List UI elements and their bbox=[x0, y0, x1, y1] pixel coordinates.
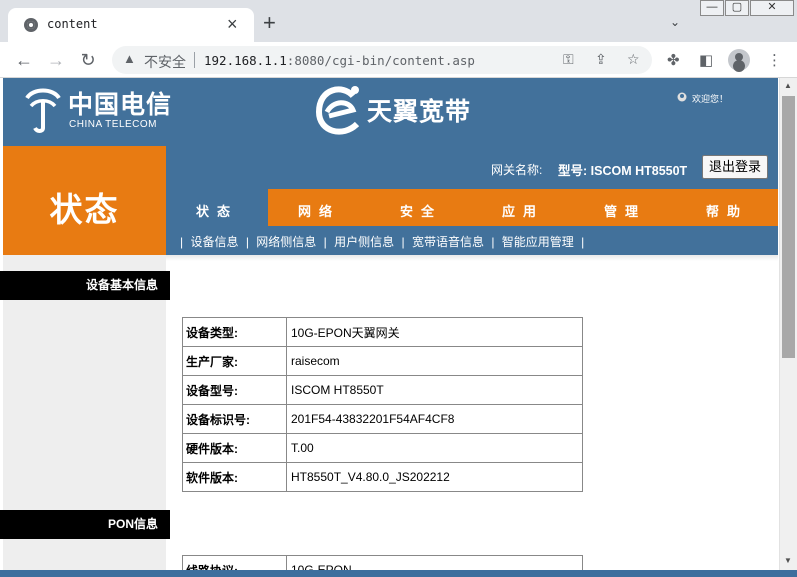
menu-item-network[interactable]: 网络 bbox=[268, 189, 370, 226]
table-row: 硬件版本: T.00 bbox=[182, 433, 583, 463]
minimize-icon[interactable]: — bbox=[700, 0, 724, 16]
divider: | bbox=[491, 235, 495, 249]
gateway-bar: 网关名称: 型号: ISCOM HT8550T 退出登录 bbox=[166, 146, 778, 189]
back-icon[interactable]: ← bbox=[12, 48, 36, 72]
table-row: 设备类型: 10G-EPON天翼网关 bbox=[182, 317, 583, 347]
main-menu: 状态 网络 安全 应用 管理 帮助 bbox=[166, 189, 778, 226]
window-close-icon[interactable]: ✕ bbox=[750, 0, 794, 16]
menu-item-apps[interactable]: 应用 bbox=[472, 189, 574, 226]
content-shadow bbox=[166, 255, 778, 261]
browser-tab[interactable]: content × bbox=[8, 8, 254, 42]
warning-icon[interactable]: ▲ bbox=[123, 51, 136, 66]
vertical-scrollbar[interactable]: ▲ ▼ bbox=[779, 78, 797, 570]
table-row: 软件版本: HT8550T_V4.80.0_JS202212 bbox=[182, 462, 583, 492]
section-label-device-basic: 设备基本信息 bbox=[0, 271, 170, 300]
pon-info-table: 线路协议:10G-EPON bbox=[182, 555, 583, 570]
reload-icon[interactable]: ↻ bbox=[76, 48, 100, 72]
window-frame bbox=[0, 570, 797, 577]
brand-name: 天翼宽带 bbox=[367, 97, 472, 126]
gateway-model: 型号: ISCOM HT8550T bbox=[558, 164, 688, 178]
divider: | bbox=[581, 235, 585, 249]
address-bar[interactable]: ▲ 不安全 192.168.1.1:8080/cgi-bin/content.a… bbox=[112, 46, 652, 74]
tab-strip: content × + ⌄ — ▢ ✕ bbox=[0, 0, 797, 42]
china-telecom-logo-icon bbox=[25, 88, 61, 133]
share-icon[interactable]: ⇪ bbox=[595, 51, 607, 68]
close-tab-icon[interactable]: × bbox=[227, 14, 238, 34]
device-info-table: 设备类型: 10G-EPON天翼网关 生产厂家: raisecom 设备型号: ISC… bbox=[182, 317, 583, 492]
welcome-text: 欢迎您！ bbox=[692, 94, 729, 104]
sub-menu: | 设备信息 | 网络侧信息 | 用户侧信息 | 宽带语音信息 | 智能应用管理… bbox=[166, 226, 778, 255]
submenu-item-device-info[interactable]: 设备信息 bbox=[190, 235, 238, 249]
page-header: 中国电信 CHINA TELECOM 天翼宽带 欢迎您！ bbox=[3, 78, 778, 146]
menu-item-manage[interactable]: 管理 bbox=[574, 189, 676, 226]
table-row: 设备型号: ISCOM HT8550T bbox=[182, 375, 583, 405]
chevron-down-icon[interactable]: ⌄ bbox=[670, 15, 680, 29]
new-tab-icon[interactable]: + bbox=[263, 12, 276, 34]
submenu-item-voice-info[interactable]: 宽带语音信息 bbox=[412, 235, 484, 249]
globe-icon bbox=[24, 18, 38, 32]
submenu-item-wan-info[interactable]: 网络侧信息 bbox=[256, 235, 316, 249]
page-viewport: 中国电信 CHINA TELECOM 天翼宽带 欢迎您！ 状态 网关名称: 型号… bbox=[0, 78, 779, 570]
scroll-down-icon[interactable]: ▼ bbox=[784, 556, 792, 565]
table-row: 线路协议:10G-EPON bbox=[182, 555, 583, 570]
divider: | bbox=[180, 235, 184, 249]
divider: | bbox=[401, 235, 405, 249]
submenu-item-smart-app[interactable]: 智能应用管理 bbox=[502, 235, 574, 249]
tianyi-logo-icon bbox=[315, 86, 360, 135]
scroll-up-icon[interactable]: ▲ bbox=[784, 81, 792, 90]
menu-item-status[interactable]: 状态 bbox=[166, 189, 268, 226]
page-title: 状态 bbox=[49, 190, 120, 229]
star-icon[interactable]: ☆ bbox=[627, 51, 640, 68]
scrollbar-thumb[interactable] bbox=[782, 96, 795, 358]
section-label-pon: PON信息 bbox=[0, 510, 170, 539]
menu-item-help[interactable]: 帮助 bbox=[676, 189, 778, 226]
more-menu-icon[interactable]: ⋮ bbox=[767, 51, 782, 69]
extensions-icon[interactable]: ✤ bbox=[667, 51, 680, 69]
divider bbox=[194, 52, 195, 68]
sidepanel-icon[interactable]: ◧ bbox=[699, 51, 713, 69]
key-icon[interactable]: ⚿ bbox=[563, 51, 574, 68]
tab-title: content bbox=[47, 17, 98, 31]
profile-avatar[interactable] bbox=[728, 49, 750, 71]
logout-button[interactable]: 退出登录 bbox=[702, 155, 768, 179]
browser-chrome: content × + ⌄ — ▢ ✕ ← → ↻ ▲ 不安全 192.168.… bbox=[0, 0, 797, 78]
table-row: 生产厂家: raisecom bbox=[182, 346, 583, 376]
submenu-item-lan-info[interactable]: 用户侧信息 bbox=[334, 235, 394, 249]
carrier-name-en: CHINA TELECOM bbox=[69, 119, 157, 130]
user-icon bbox=[677, 92, 687, 102]
gateway-name-label: 网关名称: bbox=[491, 163, 543, 177]
divider: | bbox=[245, 235, 249, 249]
forward-icon[interactable]: → bbox=[44, 48, 68, 72]
carrier-name-cn: 中国电信 bbox=[68, 90, 173, 119]
maximize-icon[interactable]: ▢ bbox=[725, 0, 749, 16]
browser-toolbar: ← → ↻ ▲ 不安全 192.168.1.1:8080/cgi-bin/con… bbox=[0, 42, 797, 78]
menu-item-security[interactable]: 安全 bbox=[370, 189, 472, 226]
table-row: 设备标识号: 201F54-43832201F54AF4CF8 bbox=[182, 404, 583, 434]
section-title-box: 状态 bbox=[3, 146, 166, 255]
divider: | bbox=[323, 235, 327, 249]
url-text[interactable]: 192.168.1.1:8080/cgi-bin/content.asp bbox=[204, 53, 475, 68]
security-label[interactable]: 不安全 bbox=[144, 52, 186, 72]
